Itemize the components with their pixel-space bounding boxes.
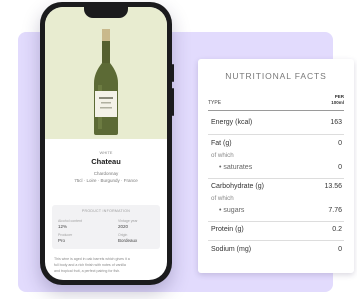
energy-label: Energy (kcal)	[211, 119, 253, 126]
wine-variety: Chardonnay	[93, 171, 119, 176]
product-hero	[45, 7, 167, 139]
wine-name: Chateau	[91, 157, 121, 166]
energy-value: 163	[330, 119, 342, 126]
phone-screen: WHITE Chateau Chardonnay 75cl · Loire · …	[45, 7, 167, 280]
wine-eyebrow: WHITE	[99, 150, 113, 155]
phone-side-button	[172, 64, 174, 82]
field-value: Bordeaux	[118, 238, 138, 243]
table-divider	[208, 178, 344, 179]
field-label: Vintage year	[118, 219, 138, 223]
per-unit-label: 100ml	[331, 100, 344, 105]
wine-description: This wine is aged in oak barrels which g…	[54, 257, 130, 261]
nutrition-facts-card: NUTRITIONAL FACTS TYPE PER 100ml Energy …	[198, 59, 354, 273]
sugars-value: 7.76	[328, 207, 342, 214]
saturates-text: saturates	[223, 164, 253, 171]
protein-value: 0.2	[332, 226, 342, 233]
fat-label: Fat (g)	[211, 140, 232, 147]
sugars-label: • sugars	[219, 207, 245, 214]
wine-bottle-image	[94, 29, 118, 135]
fat-of-which: of which	[211, 152, 234, 159]
sodium-value: 0	[338, 246, 342, 253]
per-column-header: PER 100ml	[331, 94, 344, 106]
field-value: Pro	[58, 238, 66, 243]
phone-side-button	[172, 88, 174, 116]
type-column-header: TYPE	[208, 100, 222, 106]
carbohydrate-value: 13.56	[324, 183, 342, 190]
field-value: 12%	[58, 224, 68, 229]
product-info-box: PRODUCT INFORMATION Alcohol content 12% …	[52, 205, 160, 249]
nutrition-title: NUTRITIONAL FACTS	[225, 71, 327, 81]
saturates-label: • saturates	[219, 164, 253, 171]
sugars-text: sugars	[223, 207, 245, 214]
carbohydrate-label: Carbohydrate (g)	[211, 183, 264, 190]
wine-details: 75cl · Loire · Burgundy · France	[74, 178, 138, 183]
field-label: Producer	[58, 233, 73, 237]
table-divider	[208, 240, 344, 241]
product-info-title: PRODUCT INFORMATION	[81, 209, 131, 213]
field-value: 2020	[118, 224, 129, 229]
fat-value: 0	[338, 140, 342, 147]
sodium-label: Sodium (mg)	[211, 246, 252, 253]
saturates-value: 0	[338, 164, 342, 171]
phone-mockup: WHITE Chateau Chardonnay 75cl · Loire · …	[40, 2, 174, 285]
field-label: Alcohol content	[58, 219, 82, 223]
protein-label: Protein (g)	[211, 226, 244, 233]
table-divider	[208, 110, 344, 111]
table-divider	[208, 221, 344, 222]
carbohydrate-of-which: of which	[211, 195, 234, 202]
wine-description: and tropical fruit, a perfect pairing fo…	[54, 269, 121, 273]
table-divider	[208, 134, 344, 135]
phone-notch	[84, 7, 128, 18]
wine-description: full body and a rich finish with notes o…	[54, 263, 126, 267]
field-label: Origin	[118, 233, 128, 237]
